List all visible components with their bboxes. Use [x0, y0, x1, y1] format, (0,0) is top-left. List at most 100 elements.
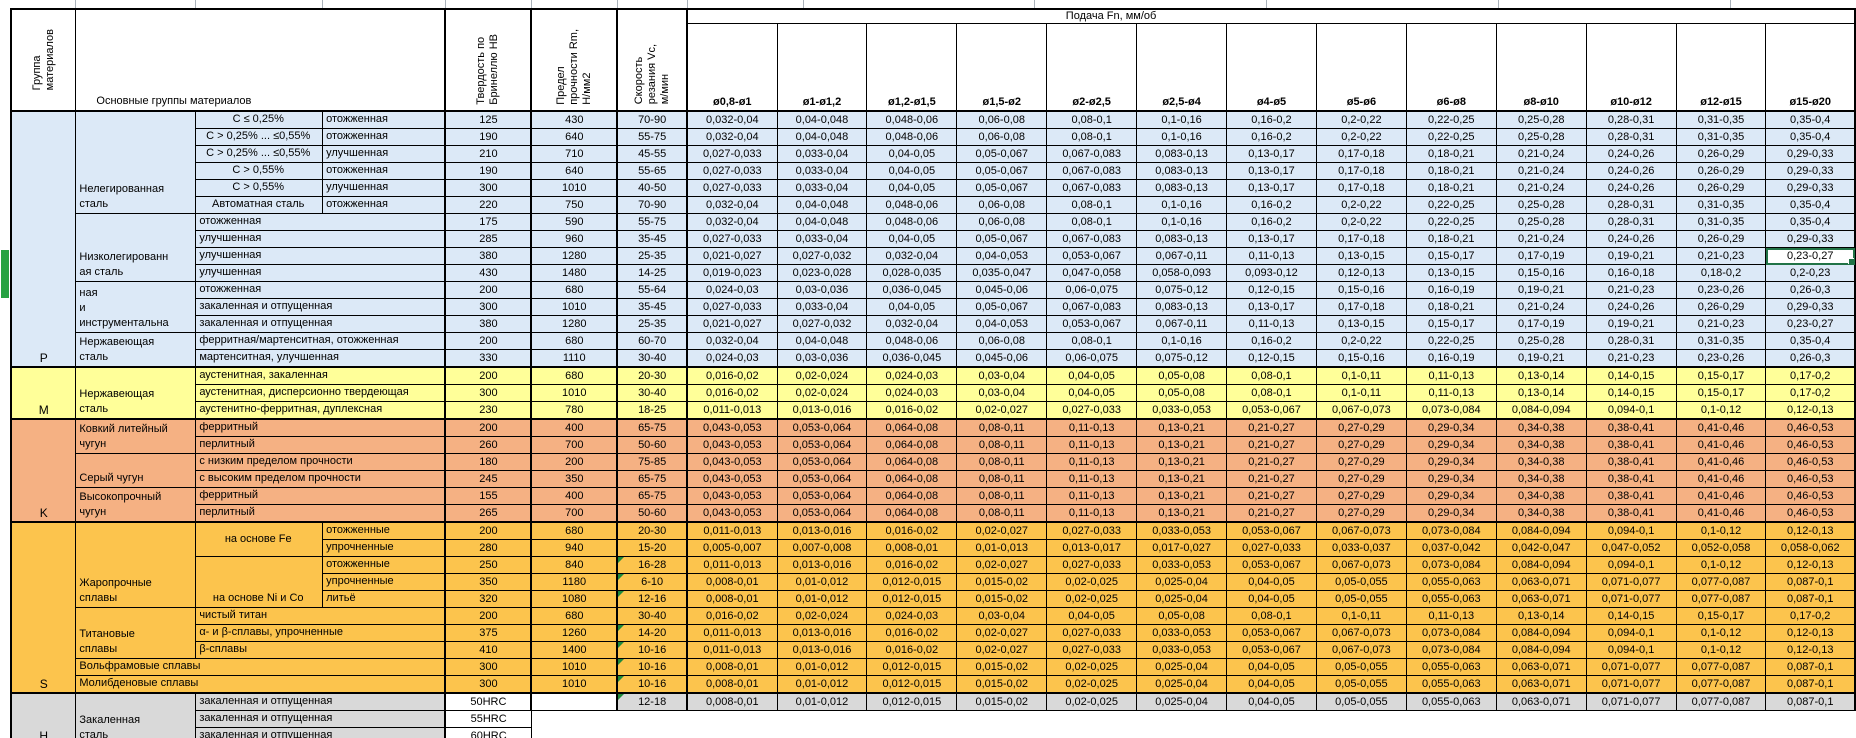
feed-cell[interactable]: 0,13-0,14	[1496, 367, 1586, 385]
feed-cell[interactable]: 0,22-0,25	[1406, 111, 1496, 129]
feed-cell[interactable]: 0,17-0,18	[1316, 299, 1406, 316]
vc-cell[interactable]: 40-50	[617, 180, 687, 197]
feed-cell[interactable]: 0,04-0,05	[1227, 676, 1317, 694]
condition-cell[interactable]: отожженная	[323, 129, 446, 146]
feed-cell[interactable]: 0,06-0,08	[957, 214, 1047, 231]
feed-cell[interactable]: 0,017-0,027	[1137, 540, 1227, 557]
feed-cell[interactable]: 0,38-0,41	[1586, 488, 1676, 505]
feed-cell[interactable]: 0,1-0,12	[1676, 557, 1766, 574]
feed-cell[interactable]: 0,027-0,033	[1047, 625, 1137, 642]
feed-cell[interactable]: 0,34-0,38	[1496, 505, 1586, 523]
feed-cell[interactable]: 0,26-0,3	[1766, 350, 1855, 368]
feed-cell[interactable]: 0,016-0,02	[867, 402, 957, 420]
condition-cell[interactable]: улучшенная	[323, 180, 446, 197]
feed-cell[interactable]: 0,084-0,094	[1496, 642, 1586, 659]
feed-cell[interactable]: 0,032-0,04	[687, 197, 777, 214]
family-cell[interactable]: Закаленная сталь	[76, 693, 196, 738]
feed-cell[interactable]: 0,027-0,033	[687, 146, 777, 163]
feed-cell[interactable]: 0,094-0,1	[1586, 557, 1676, 574]
feed-cell[interactable]: 0,063-0,071	[1496, 659, 1586, 676]
feed-cell[interactable]: 0,1-0,16	[1137, 111, 1227, 129]
feed-cell[interactable]: 0,19-0,21	[1586, 316, 1676, 333]
feed-cell[interactable]: 0,027-0,033	[1047, 557, 1137, 574]
feed-cell[interactable]: 0,06-0,075	[1047, 350, 1137, 368]
feed-cell[interactable]: 0,02-0,027	[957, 642, 1047, 659]
hb-cell[interactable]: 220	[445, 197, 531, 214]
rm-cell[interactable]: 350	[531, 471, 617, 488]
feed-cell[interactable]: 0,02-0,027	[957, 625, 1047, 642]
hb-cell[interactable]: 320	[445, 591, 531, 608]
feed-cell[interactable]: 0,13-0,21	[1137, 437, 1227, 454]
feed-cell[interactable]: 0,05-0,067	[957, 180, 1047, 197]
feed-cell[interactable]: 0,094-0,1	[1586, 625, 1676, 642]
rm-cell[interactable]: 710	[531, 146, 617, 163]
condition-cell[interactable]: закаленная и отпущенная	[196, 299, 446, 316]
feed-cell[interactable]: 0,11-0,13	[1047, 488, 1137, 505]
diameter-header[interactable]: ø6-ø8	[1406, 23, 1496, 111]
feed-cell[interactable]: 0,043-0,053	[687, 419, 777, 437]
feed-cell[interactable]: 0,13-0,17	[1227, 163, 1317, 180]
feed-cell[interactable]: 0,013-0,016	[777, 522, 867, 540]
rm-cell[interactable]: 1010	[531, 659, 617, 676]
feed-cell[interactable]: 0,019-0,023	[687, 265, 777, 282]
feed-cell[interactable]: 0,02-0,025	[1047, 591, 1137, 608]
feed-cell[interactable]: 0,04-0,048	[777, 214, 867, 231]
feed-cell[interactable]: 0,071-0,077	[1586, 676, 1676, 694]
feed-cell[interactable]: 0,08-0,11	[957, 488, 1047, 505]
feed-cell[interactable]: 0,06-0,08	[957, 129, 1047, 146]
feed-cell[interactable]: 0,058-0,062	[1766, 540, 1855, 557]
feed-cell[interactable]: 0,025-0,04	[1137, 659, 1227, 676]
feed-cell[interactable]: 0,17-0,18	[1316, 231, 1406, 248]
feed-cell[interactable]: 0,013-0,016	[777, 642, 867, 659]
feed-cell[interactable]: 0,03-0,04	[957, 385, 1047, 402]
feed-cell[interactable]: 0,11-0,13	[1227, 316, 1317, 333]
rm-cell[interactable]: 1280	[531, 248, 617, 265]
hb-cell[interactable]: 250	[445, 557, 531, 574]
feed-cell[interactable]: 0,008-0,01	[687, 591, 777, 608]
vc-cell[interactable]: 65-75	[617, 488, 687, 505]
feed-cell[interactable]: 0,037-0,042	[1406, 540, 1496, 557]
feed-cell[interactable]: 0,13-0,14	[1496, 608, 1586, 625]
feed-cell[interactable]: 0,032-0,04	[867, 316, 957, 333]
feed-cell[interactable]: 0,14-0,15	[1586, 367, 1676, 385]
vc-cell[interactable]: 70-90	[617, 197, 687, 214]
condition-cell[interactable]: улучшенная	[196, 231, 446, 248]
rm-cell[interactable]: 1110	[531, 350, 617, 368]
feed-cell[interactable]: 0,16-0,18	[1586, 265, 1676, 282]
feed-cell[interactable]: 0,032-0,04	[687, 214, 777, 231]
feed-cell[interactable]: 0,2-0,22	[1316, 129, 1406, 146]
feed-cell[interactable]: 0,021-0,027	[687, 316, 777, 333]
feed-cell[interactable]: 0,033-0,04	[777, 146, 867, 163]
feed-cell[interactable]: 0,067-0,083	[1047, 231, 1137, 248]
feed-cell[interactable]: 0,084-0,094	[1496, 402, 1586, 420]
feed-cell[interactable]: 0,053-0,064	[777, 471, 867, 488]
feed-cell[interactable]: 0,027-0,033	[1047, 522, 1137, 540]
feed-cell[interactable]: 0,087-0,1	[1766, 659, 1855, 676]
feed-cell[interactable]: 0,013-0,017	[1047, 540, 1137, 557]
feed-cell[interactable]: 0,13-0,15	[1316, 316, 1406, 333]
rm-cell[interactable]: 1010	[531, 385, 617, 402]
feed-cell[interactable]: 0,04-0,053	[957, 248, 1047, 265]
feed-cell[interactable]: 0,06-0,075	[1047, 282, 1137, 299]
feed-cell[interactable]: 0,16-0,2	[1227, 197, 1317, 214]
vc-cell[interactable]: 18-25	[617, 402, 687, 420]
vc-cell[interactable]: 6-10	[617, 574, 687, 591]
feed-cell[interactable]: 0,064-0,08	[867, 505, 957, 523]
feed-cell[interactable]: 0,12-0,13	[1766, 557, 1855, 574]
vc-cell[interactable]: 55-75	[617, 214, 687, 231]
feed-cell[interactable]: 0,073-0,084	[1406, 625, 1496, 642]
rm-cell[interactable]: 700	[531, 505, 617, 523]
feed-cell[interactable]: 0,21-0,24	[1496, 180, 1586, 197]
feed-cell[interactable]: 0,1-0,16	[1137, 197, 1227, 214]
diameter-header[interactable]: ø8-ø10	[1496, 23, 1586, 111]
condition-cell[interactable]: отожженная	[196, 282, 446, 299]
feed-cell[interactable]: 0,048-0,06	[867, 111, 957, 129]
feed-cell[interactable]: 0,46-0,53	[1766, 488, 1855, 505]
feed-cell[interactable]: 0,043-0,053	[687, 505, 777, 523]
feed-cell[interactable]: 0,083-0,13	[1137, 180, 1227, 197]
feed-cell[interactable]: 0,08-0,11	[957, 471, 1047, 488]
feed-cell[interactable]: 0,033-0,037	[1316, 540, 1406, 557]
hb-cell[interactable]: 200	[445, 367, 531, 385]
feed-cell[interactable]: 0,11-0,13	[1406, 385, 1496, 402]
feed-cell[interactable]: 0,24-0,26	[1586, 163, 1676, 180]
